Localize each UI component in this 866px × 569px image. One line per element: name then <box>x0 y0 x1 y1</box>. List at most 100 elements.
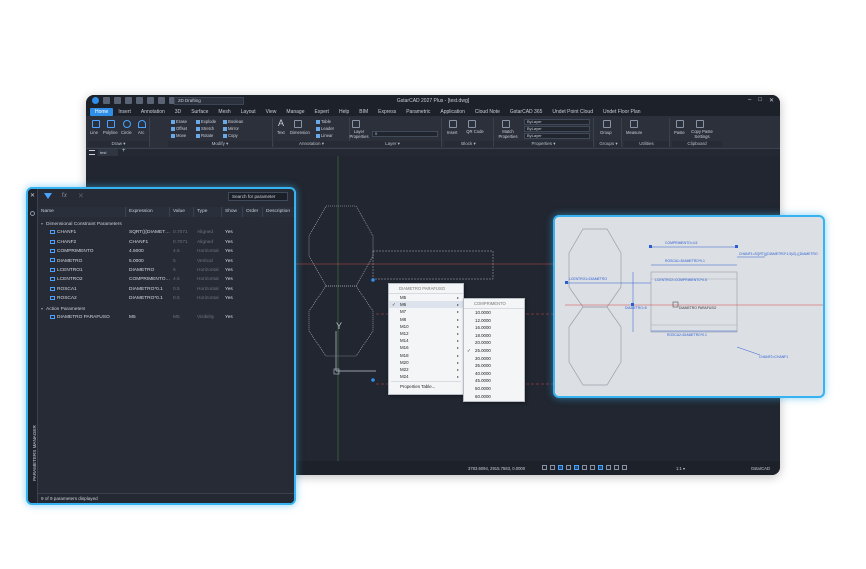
close-icon[interactable]: ✕ <box>769 97 774 104</box>
properties-table-menu-item[interactable]: Properties Table... <box>389 383 463 390</box>
measure-icon[interactable] <box>630 120 638 128</box>
layer-properties-button[interactable]: Layer Properties <box>348 129 370 139</box>
offset-button[interactable]: Offset <box>171 126 187 131</box>
param-expression[interactable]: DIAMETRO*0.1 <box>129 294 170 303</box>
inset-lookup-grip[interactable] <box>672 301 679 308</box>
copy-paste-settings-icon[interactable] <box>696 120 704 128</box>
param-expression[interactable]: SQRT(((DIAMET… <box>129 228 170 237</box>
tab-express[interactable]: Express <box>373 108 401 116</box>
block-panel-label[interactable]: Block ▾ <box>444 141 493 147</box>
modify-panel-label[interactable]: Modify ▾ <box>168 141 272 147</box>
measure-button[interactable]: Measure <box>626 130 642 135</box>
submenu-item[interactable]: 40.0000 <box>464 370 524 378</box>
copy-button[interactable]: Copy <box>223 133 238 138</box>
col-expression[interactable]: Expression <box>126 207 170 217</box>
snap-toggle-icon[interactable] <box>550 465 555 470</box>
param-show[interactable]: Yes <box>225 247 233 256</box>
qr-code-icon[interactable] <box>468 120 476 128</box>
submenu-item[interactable]: 45.0000 <box>464 377 524 385</box>
tab-cloud-note[interactable]: Cloud Note <box>470 108 505 116</box>
rotate-button[interactable]: Rotate <box>196 133 213 138</box>
insert-button[interactable]: Insert <box>447 130 457 135</box>
menu-item-m6[interactable]: ✓ M6 ▸ <box>389 301 463 309</box>
param-show[interactable]: Yes <box>225 238 233 247</box>
lineweight-combo[interactable]: ByLayer <box>524 133 590 139</box>
col-show[interactable]: Show <box>222 207 243 217</box>
tab-view[interactable]: View <box>261 108 282 116</box>
inset-grip[interactable] <box>565 281 568 284</box>
collapse-icon[interactable]: ▾ <box>41 219 45 228</box>
color-combo[interactable]: ByLayer <box>524 119 590 125</box>
col-value[interactable]: Value <box>170 207 194 217</box>
tab-manage[interactable]: Manage <box>281 108 309 116</box>
table-row[interactable]: COMPRIMENTO 4.5000 4.5 Horizontal Yes <box>38 247 294 256</box>
annotation-panel-label[interactable]: Annotation ▾ <box>274 141 349 147</box>
layer-properties-icon[interactable] <box>352 120 360 128</box>
menu-item-m16[interactable]: M16 ▸ <box>389 344 463 351</box>
explode-button[interactable]: Explode <box>196 119 216 124</box>
menu-item-m18[interactable]: M18 ▸ <box>389 352 463 359</box>
param-expression[interactable]: CHANF1 <box>129 238 170 247</box>
menu-item-m22[interactable]: M22 ▸ <box>389 366 463 373</box>
tab-mesh[interactable]: Mesh <box>213 108 235 116</box>
tab-insert[interactable]: Insert <box>113 108 136 116</box>
line-icon[interactable] <box>92 120 100 128</box>
settings-icon[interactable] <box>30 211 35 216</box>
submenu-item[interactable]: 50.0000 <box>464 385 524 393</box>
table-row[interactable]: DIAMETRO 5.0000 5 Vertical Yes <box>38 257 294 266</box>
menu-item-m12[interactable]: M12 ▸ <box>389 330 463 337</box>
col-name[interactable]: Name <box>38 207 126 217</box>
param-expression[interactable]: M5 <box>129 313 170 322</box>
param-expression[interactable]: DIAMETRO <box>129 266 170 275</box>
param-expression[interactable]: DIAMETRO*0.1 <box>129 285 170 294</box>
match-properties-icon[interactable] <box>502 120 510 128</box>
table-row[interactable]: LCENTRO2 COMPRIMENTO… 4.5 Horizontal Yes <box>38 275 294 284</box>
menu-item-m10[interactable]: M10 ▸ <box>389 323 463 330</box>
table-row[interactable]: DIAMETRO PARAFUSO M5 M5 Visibility Yes <box>38 313 294 322</box>
menu-item-m20[interactable]: M20 ▸ <box>389 359 463 366</box>
layer-panel-label[interactable]: Layer ▾ <box>344 141 441 147</box>
collapse-icon[interactable]: ▾ <box>41 304 45 313</box>
tab-layout[interactable]: Layout <box>236 108 261 116</box>
linear-button[interactable]: Linear <box>316 133 333 138</box>
otrack-toggle-icon[interactable] <box>582 465 587 470</box>
layer-combo[interactable]: 0 <box>372 131 438 137</box>
param-show[interactable]: Yes <box>225 275 233 284</box>
maximize-icon[interactable]: □ <box>758 97 762 104</box>
groups-panel-label[interactable]: Groups ▾ <box>596 141 621 147</box>
inset-grip[interactable] <box>649 245 652 248</box>
boolean-button[interactable]: Boolean <box>223 119 243 124</box>
param-show[interactable]: Yes <box>225 294 233 303</box>
circle-icon[interactable] <box>123 120 131 128</box>
param-show[interactable]: Yes <box>225 228 233 237</box>
add-tab-icon[interactable]: + <box>122 148 126 154</box>
arc-button[interactable]: Arc <box>138 130 144 135</box>
erase-button[interactable]: Erase <box>171 119 187 124</box>
table-button[interactable]: Table <box>316 119 331 124</box>
new-parameter-icon[interactable]: f𝑥 <box>62 193 67 200</box>
submenu-item[interactable]: 10.0000 <box>464 309 524 317</box>
linetype-combo[interactable]: ByLayer <box>524 126 590 132</box>
tab-application[interactable]: Application <box>435 108 469 116</box>
param-expression[interactable]: 5.0000 <box>129 257 170 266</box>
menu-item-m24[interactable]: M24 ▸ <box>389 373 463 380</box>
menu-item-m5[interactable]: M5 ▸ <box>389 294 463 301</box>
param-show[interactable]: Yes <box>225 266 233 275</box>
tab-help[interactable]: Help <box>334 108 354 116</box>
menu-item-m14[interactable]: M14 ▸ <box>389 337 463 344</box>
draw-panel-label[interactable]: Draw ▾ <box>88 141 149 147</box>
osnap-toggle-icon[interactable] <box>574 465 579 470</box>
text-icon[interactable]: A <box>278 118 284 128</box>
inset-grip[interactable] <box>735 245 738 248</box>
dimension-icon[interactable] <box>294 120 302 128</box>
text-button[interactable]: Text <box>277 130 285 135</box>
submenu-item[interactable]: 60.0000 <box>464 393 524 401</box>
stretch-button[interactable]: Stretch <box>196 126 214 131</box>
circle-button[interactable]: Circle <box>121 130 132 135</box>
table-row[interactable]: CHANF2 CHANF1 0.7071 Aligned Yes <box>38 238 294 247</box>
grip-point[interactable] <box>371 278 375 282</box>
submenu-item[interactable]: 20.0000 <box>464 339 524 347</box>
tab-gstarcad-365[interactable]: GstarCAD 365 <box>505 108 548 116</box>
param-expression[interactable]: COMPRIMENTO… <box>129 275 170 284</box>
submenu-item[interactable]: 30.0000 <box>464 355 524 363</box>
